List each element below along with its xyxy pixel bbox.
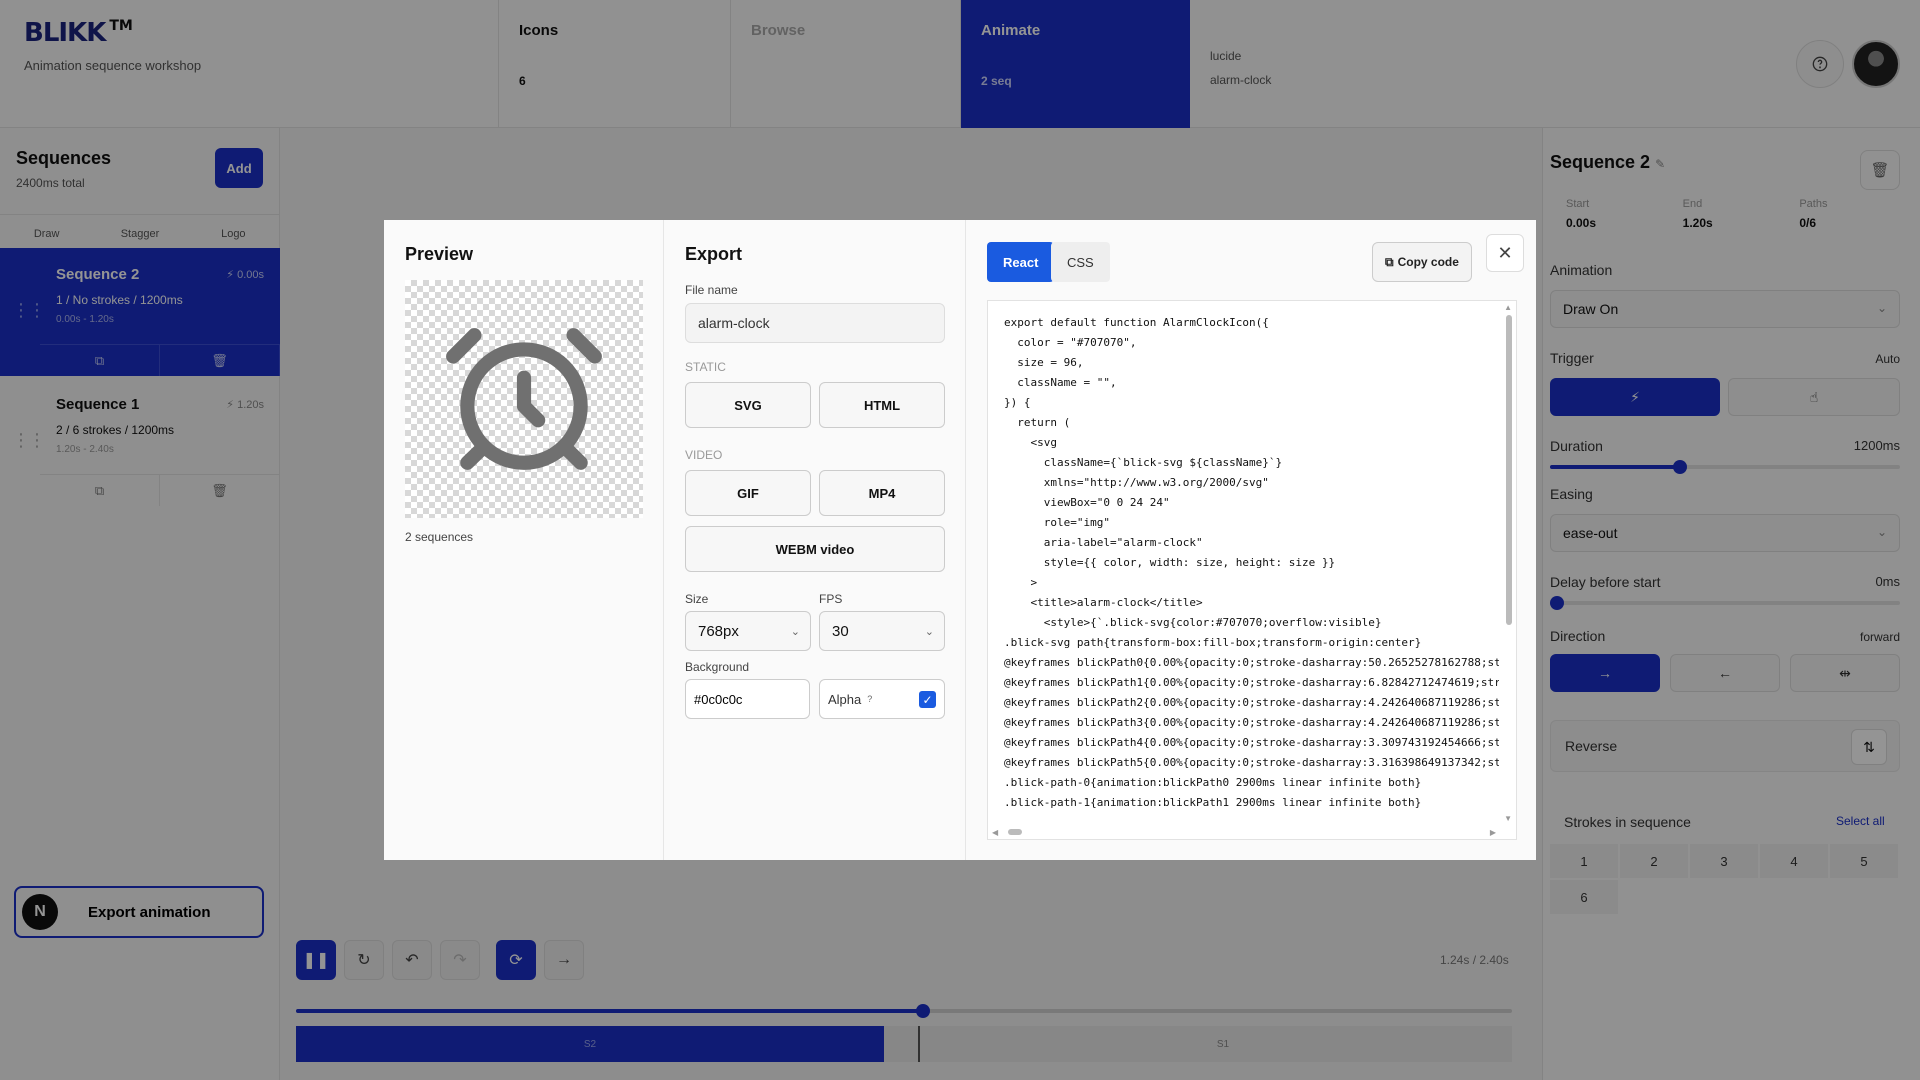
preview-canvas — [405, 280, 643, 518]
horizontal-scrollbar[interactable] — [1008, 829, 1022, 835]
code-line: style={{ color, width: size, height: siz… — [1004, 556, 1336, 569]
fps-value: 30 — [832, 622, 849, 640]
size-label: Size — [685, 592, 709, 606]
size-select[interactable]: 768px ⌄ — [685, 611, 811, 651]
export-gif-button[interactable]: GIF — [685, 470, 811, 516]
code-line: role="img" — [1004, 516, 1110, 529]
code-line: color = "#707070", — [1004, 336, 1137, 349]
close-icon: ✕ — [1497, 242, 1513, 263]
code-line: @keyframes blickPath5{0.00%{opacity:0;st… — [1004, 756, 1499, 769]
preview-title: Preview — [405, 244, 474, 264]
code-line: viewBox="0 0 24 24" — [1004, 496, 1170, 509]
code-line: size = 96, — [1004, 356, 1084, 369]
copy-code-label: Copy code — [1397, 255, 1459, 269]
code-line: className={`blick-svg ${className}`} — [1004, 456, 1283, 469]
scroll-down-icon[interactable]: ▼ — [1504, 814, 1512, 823]
video-section-label: VIDEO — [685, 448, 723, 462]
code-line: .blick-path-1{animation:blickPath1 2900m… — [1004, 796, 1422, 809]
code-line: export default function AlarmClockIcon({ — [1004, 316, 1269, 329]
code-line: @keyframes blickPath0{0.00%{opacity:0;st… — [1004, 656, 1499, 669]
tab-react[interactable]: React — [987, 242, 1055, 282]
fps-label: FPS — [819, 592, 843, 606]
preview-pane: Preview 2 sequences — [384, 220, 664, 860]
code-viewer[interactable]: export default function AlarmClockIcon({… — [987, 300, 1517, 840]
code-line: .blick-svg path{transform-box:fill-box;t… — [1004, 636, 1422, 649]
background-color-input[interactable] — [685, 679, 810, 719]
code-line: }) { — [1004, 396, 1031, 409]
background-label: Background — [685, 660, 750, 674]
vertical-scrollbar[interactable] — [1506, 315, 1512, 625]
tab-css[interactable]: CSS — [1051, 242, 1110, 282]
file-name-input[interactable] — [685, 303, 945, 343]
code-pane: React CSS ⧉ Copy code ✕ export default f… — [966, 220, 1536, 860]
scroll-up-icon[interactable]: ▲ — [1504, 303, 1512, 312]
check-icon: ✓ — [922, 692, 933, 707]
export-svg-button[interactable]: SVG — [685, 382, 811, 428]
export-mp4-button[interactable]: MP4 — [819, 470, 945, 516]
alpha-toggle[interactable]: Alpha ? ✓ — [819, 679, 945, 719]
code-line: className = "", — [1004, 376, 1117, 389]
help-icon[interactable]: ? — [867, 694, 872, 704]
scroll-left-icon[interactable]: ◀ — [992, 828, 998, 837]
export-webm-button[interactable]: WEBM video — [685, 526, 945, 572]
alpha-label: Alpha — [828, 691, 862, 707]
code-line: <style>{`.blick-svg{color:#707070;overfl… — [1004, 616, 1382, 629]
fps-select[interactable]: 30 ⌄ — [819, 611, 945, 651]
code-line: return ( — [1004, 416, 1071, 429]
code-line: <title>alarm-clock</title> — [1004, 596, 1203, 609]
export-html-button[interactable]: HTML — [819, 382, 945, 428]
file-name-label: File name — [685, 283, 738, 297]
scroll-right-icon[interactable]: ▶ — [1490, 828, 1496, 837]
static-section-label: STATIC — [685, 360, 726, 374]
code-line: xmlns="http://www.w3.org/2000/svg" — [1004, 476, 1269, 489]
code-line: <svg — [1004, 436, 1057, 449]
export-title: Export — [685, 244, 743, 264]
chevron-down-icon: ⌄ — [790, 626, 800, 638]
export-pane: Export File name STATIC SVG HTML VIDEO G… — [664, 220, 966, 860]
code-content: export default function AlarmClockIcon({… — [1004, 313, 1499, 813]
code-line: aria-label="alarm-clock" — [1004, 536, 1203, 549]
code-line: > — [1004, 576, 1038, 589]
size-value: 768px — [698, 622, 739, 640]
chevron-down-icon: ⌄ — [924, 626, 934, 638]
export-modal: Preview 2 sequences Export File name STA… — [384, 220, 1536, 860]
alpha-checkbox[interactable]: ✓ — [919, 691, 936, 708]
code-line: @keyframes blickPath2{0.00%{opacity:0;st… — [1004, 696, 1499, 709]
preview-caption: 2 sequences — [405, 530, 474, 544]
close-modal-button[interactable]: ✕ — [1486, 234, 1524, 272]
code-line: .blick-path-0{animation:blickPath0 2900m… — [1004, 776, 1422, 789]
code-line: @keyframes blickPath1{0.00%{opacity:0;st… — [1004, 676, 1499, 689]
copy-code-button[interactable]: ⧉ Copy code — [1372, 242, 1472, 282]
code-line: @keyframes blickPath4{0.00%{opacity:0;st… — [1004, 736, 1499, 749]
alarm-clock-icon — [446, 328, 602, 470]
code-line: @keyframes blickPath3{0.00%{opacity:0;st… — [1004, 716, 1499, 729]
copy-icon: ⧉ — [1385, 254, 1394, 269]
